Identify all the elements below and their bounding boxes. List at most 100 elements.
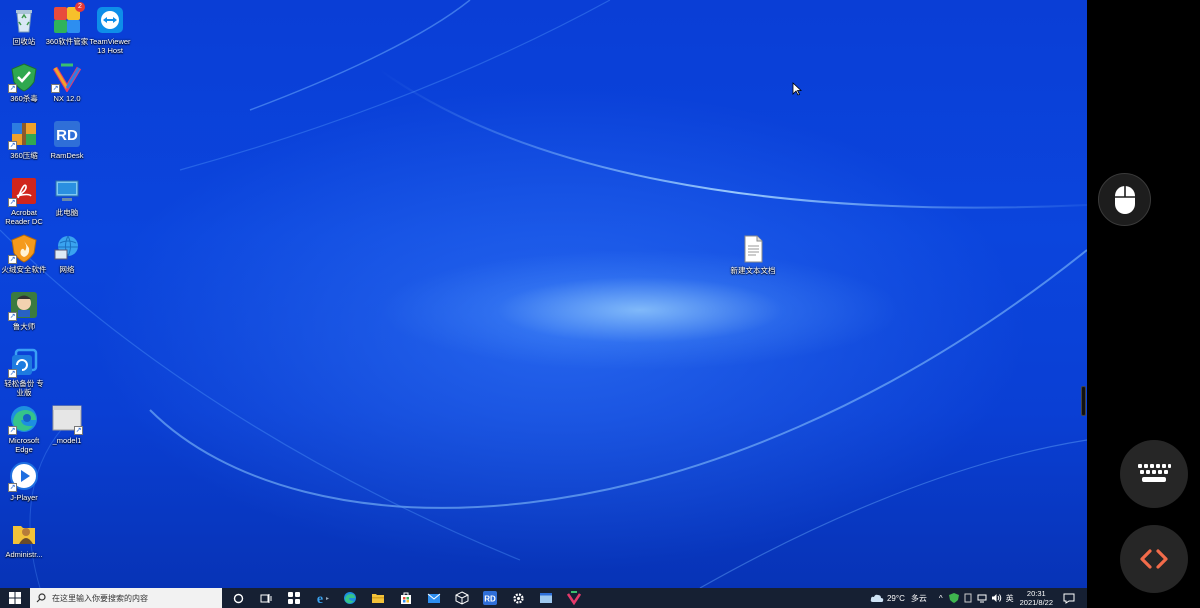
desktop[interactable]: 回收站 ↗ 360杀毒 ↗ 360压缩 ↗ Acrobat Reader DC …	[0, 0, 1087, 588]
desktop-icon-label: TeamViewer 13 Host	[89, 37, 131, 55]
ramdesk-taskbar-icon: RD	[483, 591, 497, 605]
microsoft-edge-icon: ↗	[8, 404, 39, 435]
settings-icon	[512, 592, 524, 604]
desktop-icon-label: 此电脑	[55, 208, 79, 217]
desktop-icon-administrator[interactable]: Administr...	[0, 518, 50, 559]
cortana-icon	[233, 593, 243, 603]
task-view-button[interactable]	[252, 588, 280, 608]
input-method-indicator[interactable]: 英	[1006, 593, 1014, 604]
ie-icon: e	[317, 592, 329, 605]
volume-icon[interactable]	[991, 593, 1002, 603]
file-explorer-icon	[372, 594, 384, 603]
360-software-manager-icon: 2	[52, 2, 85, 35]
cloud-weather-icon[interactable]	[870, 593, 884, 603]
nx-icon: ↗	[51, 62, 82, 93]
mouse-mode-button[interactable]	[1098, 173, 1151, 226]
user-folder-icon	[9, 518, 39, 548]
svg-text:e: e	[317, 592, 323, 605]
desktop-icon-label: 鲁大师	[12, 322, 36, 331]
model-file-icon: ↗	[52, 404, 83, 435]
taskbar-window-app-button[interactable]	[532, 588, 560, 608]
mail-icon	[427, 593, 441, 603]
desktop-icon-teamviewer[interactable]: TeamViewer 13 Host	[84, 5, 136, 55]
svg-text:RD: RD	[484, 595, 496, 604]
taskbar-edge-button[interactable]	[336, 588, 364, 608]
window-app-icon	[540, 593, 552, 603]
keyboard-icon	[1138, 464, 1171, 482]
desktop-icon-label: Administr...	[5, 550, 43, 559]
taskbar-ramdesk-button[interactable]: RD	[476, 588, 504, 608]
usb-device-icon[interactable]	[963, 593, 973, 603]
show-hidden-icons-chevron-icon[interactable]: ^	[939, 594, 943, 603]
desktop-icon-label: J-Player	[10, 493, 38, 502]
scroll-indicator[interactable]	[1081, 386, 1086, 416]
desktop-icon-label: NX 12.0	[53, 94, 81, 103]
toggle-panel-button[interactable]	[1120, 525, 1188, 593]
taskbar-mail-button[interactable]	[420, 588, 448, 608]
desktop-icon-ludashi[interactable]: ↗ 鲁大师	[0, 290, 50, 331]
360-antivirus-icon: ↗	[8, 62, 39, 93]
taskbar-box-app-button[interactable]	[448, 588, 476, 608]
taskbar: 在这里输入你要搜索的内容 e RD 29°C 多云 ^ 英 20:31 2021…	[0, 588, 1087, 608]
desktop-icon-label: RamDesk	[50, 151, 84, 160]
clock-date: 2021/8/22	[1019, 598, 1053, 607]
j-player-icon: ↗	[8, 461, 39, 492]
text-document-icon	[738, 234, 768, 264]
code-brackets-icon	[1140, 549, 1168, 569]
weather-description[interactable]: 多云	[911, 593, 927, 604]
clock-time: 20:31	[1026, 589, 1046, 598]
network-status-icon[interactable]	[977, 593, 987, 603]
huorong-security-icon: ↗	[8, 233, 39, 264]
ludashi-icon: ↗	[8, 290, 39, 321]
desktop-icon-easy-backup[interactable]: ↗ 轻松备份 专 业版	[0, 347, 50, 397]
desktop-icon-label: 新建文本文档	[730, 266, 776, 275]
svg-text:RD: RD	[56, 127, 78, 144]
taskbar-file-explorer-button[interactable]	[364, 588, 392, 608]
taskbar-store-button[interactable]	[392, 588, 420, 608]
remote-control-side-panel	[1087, 0, 1200, 608]
acrobat-reader-icon: ↗	[8, 176, 39, 207]
notification-center-icon[interactable]	[1063, 593, 1075, 604]
desktop-icon-new-text-document[interactable]: 新建文本文档	[727, 234, 779, 275]
recycle-bin-icon	[9, 5, 39, 35]
security-shield-icon[interactable]	[948, 593, 959, 603]
cortana-button[interactable]	[224, 588, 252, 608]
task-view-icon	[260, 593, 272, 603]
start-button[interactable]	[0, 588, 30, 608]
edge-icon	[344, 592, 356, 604]
desktop-icon-j-player[interactable]: ↗ J-Player	[0, 461, 50, 502]
desktop-icon-model1[interactable]: ↗ _model1	[41, 404, 93, 445]
system-tray: 29°C 多云 ^ 英 20:31 2021/8/22	[870, 588, 1087, 608]
nx-taskbar-icon	[567, 591, 581, 605]
desktop-icon-label: 网络	[59, 265, 75, 274]
app-icon	[288, 592, 300, 604]
desktop-icon-this-pc[interactable]: 此电脑	[41, 176, 93, 217]
mouse-pointer-icon	[792, 82, 802, 96]
ramdesk-icon: RD	[52, 119, 82, 149]
box-app-icon	[455, 591, 469, 605]
wallpaper-swooshes	[0, 0, 1087, 588]
store-icon	[401, 592, 411, 604]
desktop-icon-label: 轻松备份 专 业版	[4, 379, 44, 397]
weather-temperature[interactable]: 29°C	[887, 594, 905, 603]
desktop-icon-network[interactable]: 网络	[41, 233, 93, 274]
search-placeholder: 在这里输入你要搜索的内容	[52, 593, 148, 603]
taskbar-app-button[interactable]	[280, 588, 308, 608]
taskbar-search-box[interactable]: 在这里输入你要搜索的内容	[30, 588, 222, 608]
taskbar-ie-button[interactable]: e	[308, 588, 336, 608]
taskbar-settings-button[interactable]	[504, 588, 532, 608]
windows-logo-icon	[9, 592, 21, 604]
teamviewer-icon	[95, 5, 125, 35]
desktop-icon-label: _model1	[52, 436, 82, 445]
desktop-icon-nx[interactable]: ↗ NX 12.0	[41, 62, 93, 103]
this-pc-icon	[52, 176, 82, 206]
mouse-icon	[1114, 185, 1135, 214]
easy-backup-icon: ↗	[8, 347, 39, 378]
network-icon	[52, 233, 82, 263]
taskbar-nx-button[interactable]	[560, 588, 588, 608]
keyboard-button[interactable]	[1120, 440, 1188, 508]
360-zip-icon: ↗	[8, 119, 39, 150]
taskbar-clock[interactable]: 20:31 2021/8/22	[1020, 589, 1053, 607]
search-icon	[36, 593, 46, 603]
desktop-icon-ramdesk[interactable]: RD RamDesk	[41, 119, 93, 160]
